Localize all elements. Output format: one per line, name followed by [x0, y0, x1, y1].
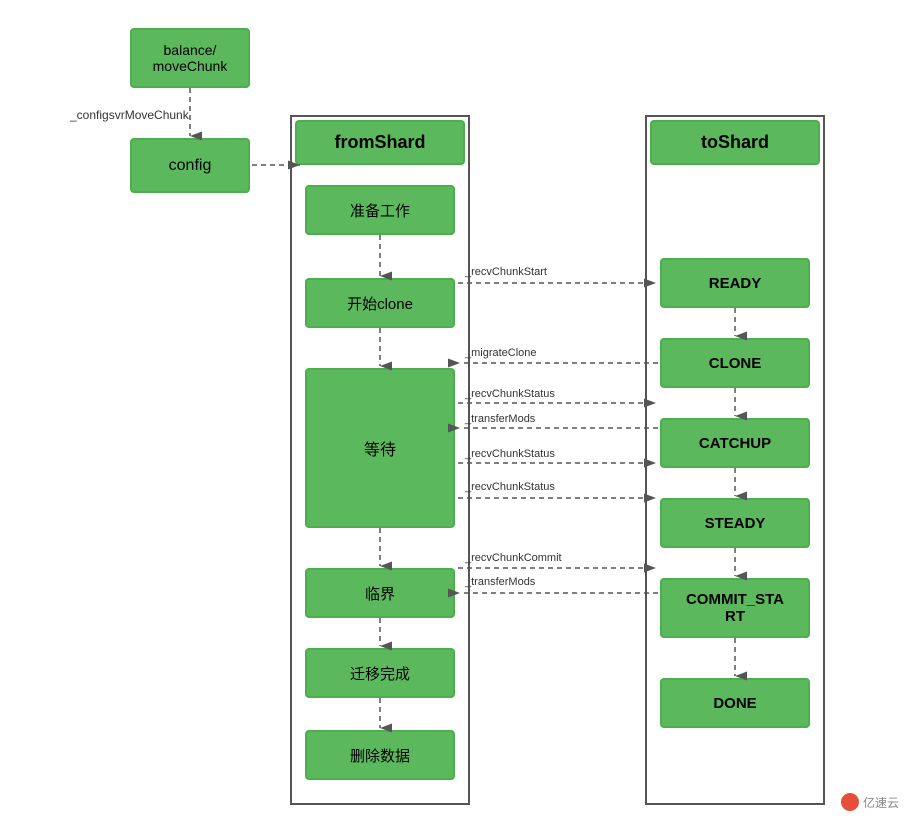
done-box: DONE — [660, 678, 810, 728]
critical-box: 临界 — [305, 568, 455, 618]
start-clone-box: 开始clone — [305, 278, 455, 328]
catchup-box: CATCHUP — [660, 418, 810, 468]
catchup-label: CATCHUP — [699, 435, 771, 452]
commit-start-box: COMMIT_STA RT — [660, 578, 810, 638]
migrate-clone-label: _migrateClone — [465, 347, 537, 359]
steady-label: STEADY — [705, 515, 766, 532]
wait-label: 等待 — [364, 436, 396, 460]
migration-done-box: 迁移完成 — [305, 648, 455, 698]
from-shard-header: fromShard — [295, 120, 465, 165]
delete-data-label: 删除数据 — [350, 745, 410, 766]
recv-chunk-commit-label: _recvChunkCommit — [465, 552, 562, 564]
watermark-icon — [841, 793, 859, 811]
watermark: 亿速云 — [841, 793, 899, 811]
recv-chunk-status1-label: _recvChunkStatus — [465, 388, 555, 400]
prepare-box: 准备工作 — [305, 185, 455, 235]
recv-chunk-start-label: _recvChunkStart — [465, 266, 547, 278]
diagram-container: balance/ moveChunk _configsvrMoveChunk c… — [0, 0, 911, 819]
clone-box: CLONE — [660, 338, 810, 388]
clone-label: CLONE — [709, 355, 762, 372]
ready-label: READY — [709, 275, 762, 292]
to-shard-header: toShard — [650, 120, 820, 165]
watermark-text: 亿速云 — [863, 794, 899, 811]
prepare-label: 准备工作 — [350, 200, 410, 221]
recv-chunk-status3-label: _recvChunkStatus — [465, 481, 555, 493]
configsvr-label: _configsvrMoveChunk — [70, 108, 189, 122]
delete-data-box: 删除数据 — [305, 730, 455, 780]
transfer-mods2-label: _transferMods — [465, 576, 535, 588]
done-label: DONE — [713, 695, 756, 712]
transfer-mods1-label: _transferMods — [465, 413, 535, 425]
balance-movechunk-box: balance/ moveChunk — [130, 28, 250, 88]
balance-movechunk-label: balance/ moveChunk — [153, 42, 228, 74]
commit-start-label: COMMIT_STA RT — [686, 591, 784, 625]
config-label: config — [169, 157, 212, 175]
migration-done-label: 迁移完成 — [350, 663, 410, 684]
config-box: config — [130, 138, 250, 193]
steady-box: STEADY — [660, 498, 810, 548]
critical-label: 临界 — [365, 583, 395, 604]
start-clone-label: 开始clone — [347, 293, 413, 314]
wait-box: 等待 — [305, 368, 455, 528]
ready-box: READY — [660, 258, 810, 308]
recv-chunk-status2-label: _recvChunkStatus — [465, 448, 555, 460]
